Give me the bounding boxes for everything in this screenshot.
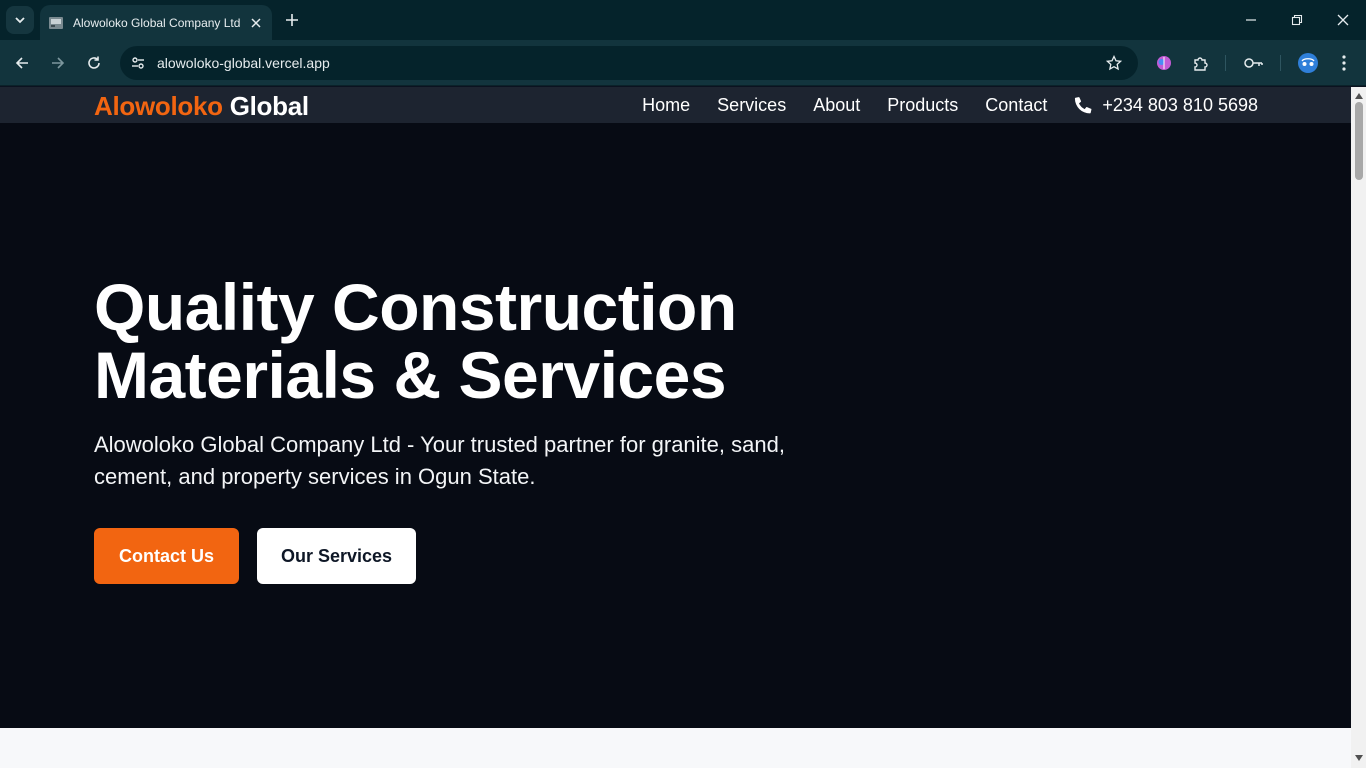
- plus-icon: [286, 14, 298, 26]
- tab-title: Alowoloko Global Company Ltd: [73, 15, 241, 30]
- toolbar-divider: [1225, 55, 1226, 71]
- bookmark-star-icon[interactable]: [1100, 49, 1128, 77]
- toolbar-divider: [1280, 55, 1281, 71]
- contact-us-button[interactable]: Contact Us: [94, 528, 239, 584]
- restore-button[interactable]: [1274, 0, 1320, 40]
- scroll-down-icon[interactable]: [1354, 753, 1363, 762]
- reload-button[interactable]: [80, 49, 108, 77]
- nav-link-home[interactable]: Home: [642, 95, 690, 116]
- scroll-up-icon[interactable]: [1354, 91, 1363, 100]
- nav-link-contact[interactable]: Contact: [985, 95, 1047, 116]
- nav-link-services[interactable]: Services: [717, 95, 786, 116]
- chevron-down-icon: [15, 17, 25, 24]
- browser-tab[interactable]: Alowoloko Global Company Ltd: [40, 5, 272, 40]
- site-header: Alowoloko Global Home Services About Pro…: [0, 87, 1351, 123]
- arrow-right-icon: [52, 57, 65, 69]
- close-tab-icon[interactable]: [248, 15, 264, 31]
- hero-subtitle: Alowoloko Global Company Ltd - Your trus…: [94, 432, 785, 489]
- nav-link-products[interactable]: Products: [887, 95, 958, 116]
- page-scrollbar[interactable]: [1351, 87, 1366, 768]
- tab-search-button[interactable]: [6, 6, 34, 34]
- extensions-puzzle-icon[interactable]: [1187, 49, 1215, 77]
- arrow-left-icon: [15, 57, 28, 69]
- forward-button[interactable]: [44, 49, 72, 77]
- minimize-button[interactable]: [1228, 0, 1274, 40]
- profile-avatar-icon[interactable]: [1294, 49, 1322, 77]
- new-tab-button[interactable]: [280, 8, 304, 32]
- hero-section: Quality Construction Materials & Service…: [0, 123, 1351, 728]
- logo-part-orange: Alowoloko: [94, 91, 223, 121]
- minimize-icon: [1246, 19, 1256, 21]
- close-icon: [1337, 14, 1349, 26]
- url-text[interactable]: alowoloko-global.vercel.app: [157, 55, 1100, 71]
- main-nav: Home Services About Products Contact +23…: [615, 87, 1258, 123]
- extension-brain-icon[interactable]: [1150, 49, 1178, 77]
- browser-tabstrip: Alowoloko Global Company Ltd: [0, 0, 1366, 40]
- address-bar[interactable]: alowoloko-global.vercel.app: [120, 46, 1138, 80]
- back-button[interactable]: [8, 49, 36, 77]
- phone-icon: [1075, 97, 1092, 114]
- scrollbar-thumb[interactable]: [1355, 102, 1363, 180]
- next-section-top: [0, 728, 1351, 768]
- site-logo[interactable]: Alowoloko Global: [94, 91, 309, 122]
- page-viewport: Alowoloko Global Home Services About Pro…: [0, 87, 1351, 768]
- reload-icon: [88, 56, 100, 69]
- password-key-icon[interactable]: [1240, 49, 1268, 77]
- site-favicon-icon: [48, 15, 64, 31]
- logo-part-white: Global: [229, 91, 309, 121]
- browser-toolbar: alowoloko-global.vercel.app: [0, 40, 1366, 86]
- phone-number: +234 803 810 5698: [1102, 94, 1258, 115]
- close-window-button[interactable]: [1320, 0, 1366, 40]
- hero-title: Quality Construction Materials & Service…: [94, 270, 737, 412]
- menu-kebab-icon[interactable]: [1330, 49, 1358, 77]
- phone-link[interactable]: +234 803 810 5698: [1074, 95, 1258, 116]
- site-info-icon[interactable]: [124, 49, 152, 77]
- our-services-button[interactable]: Our Services: [257, 528, 416, 584]
- restore-icon: [1291, 14, 1303, 26]
- nav-link-about[interactable]: About: [813, 95, 860, 116]
